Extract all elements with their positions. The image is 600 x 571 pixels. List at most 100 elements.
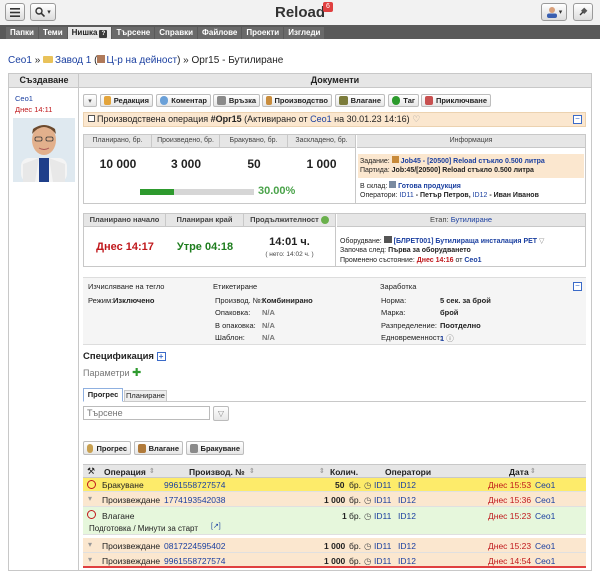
filter-icon[interactable]: ▽ [539, 238, 544, 245]
search-input[interactable] [83, 406, 210, 420]
operation-activated: (Активирано от [244, 114, 308, 124]
stage-heading: Етап: Бутилиране [337, 214, 585, 227]
earnings-heading: Заработка [380, 282, 417, 291]
scrap-action-button[interactable]: Бракуване [186, 441, 244, 455]
clock-icon: ◷ [364, 511, 372, 521]
table-row[interactable]: ▾ Произвеждане 9961558727574 1 000 бр. ◷… [83, 553, 586, 568]
documents-heading: Документи [79, 74, 591, 88]
stage-link[interactable]: Бутилиране [451, 215, 492, 224]
tab-search[interactable]: Търсене [112, 27, 155, 39]
duration-header: Продължителност [244, 214, 335, 227]
breadcrumb-plant[interactable]: Завод 1 [55, 55, 91, 66]
changed-by-user[interactable]: Ceo1 [464, 257, 481, 264]
help-icon[interactable]: ? [99, 30, 108, 38]
operator-id12[interactable]: ID12 [473, 192, 488, 199]
add-parameter-icon[interactable]: ✚ [132, 367, 141, 379]
sort-icon[interactable]: ⇕ [149, 467, 155, 475]
progress-action-button[interactable]: Прогрес [83, 441, 131, 455]
stored-header: Заскладено, бр. [288, 135, 355, 148]
filter-button[interactable]: ▽ [213, 406, 229, 421]
comment-button[interactable]: Коментар [156, 94, 211, 107]
task-line: Задание: Job45 - [20500] Reload стъкло 0… [360, 156, 545, 165]
clock-icon: ◷ [364, 480, 372, 490]
tab-folders[interactable]: Папки [6, 27, 38, 39]
weight-heading: Изчисляване на тегло [88, 282, 165, 291]
operation-activated-user[interactable]: Ceo1 [310, 114, 332, 124]
creator-heading: Създаване [9, 74, 79, 88]
duration-icon [320, 216, 329, 225]
input-action-button[interactable]: Влагане [134, 441, 183, 455]
batch-line: Партида: Job:45/[20500] Reload стъкло 0.… [360, 167, 534, 174]
equipment-link[interactable]: [БЛРЕТ001] Бутилираща инсталация PET [394, 238, 537, 245]
scrapped-value: 50 [247, 157, 261, 171]
sort-icon[interactable]: ⇕ [319, 467, 325, 475]
tab-planning[interactable]: Планиране [124, 390, 167, 402]
table-row[interactable]: Влагане 1 бр. ◷ ID11 ID12 Днес 15:23 Ceo… [83, 507, 586, 535]
operator-id11[interactable]: ID11 [399, 192, 413, 199]
clock-icon: ◷ [364, 541, 372, 551]
search-menu-button[interactable]: ▾ [30, 3, 56, 21]
menu-button[interactable] [5, 3, 25, 21]
stock-line: В склад: Готова продукция [360, 181, 461, 190]
col-qty[interactable]: Колич. [330, 467, 358, 477]
user-menu-button[interactable]: ▾ [541, 3, 567, 21]
breadcrumb-ceo1[interactable]: Ceo1 [8, 55, 32, 66]
clock-icon: ◷ [364, 556, 372, 566]
external-link-icon[interactable]: [↗] [211, 522, 221, 530]
tab-projects[interactable]: Проекти [242, 27, 284, 39]
sort-icon[interactable]: ⇕ [530, 467, 536, 475]
progress-bar-fill [140, 189, 175, 195]
table-row[interactable]: ▾ Произвеждане 0817224595402 1 000 бр. ◷… [83, 538, 586, 553]
heart-icon[interactable]: ♡ [412, 114, 420, 124]
edit-button[interactable]: Редакция [100, 94, 153, 107]
stock-link[interactable]: Готова продукция [398, 183, 461, 190]
job-icon [391, 156, 399, 163]
tab-views[interactable]: Изгледи [284, 27, 325, 39]
inpack-value: N/A [262, 321, 275, 330]
collapse-button[interactable]: − [573, 115, 582, 124]
caret-icon: ▾ [88, 540, 93, 549]
info-icon[interactable]: ⓘ [446, 334, 454, 343]
mode-value: Изключено [113, 296, 155, 305]
tab-thread-label: Нишка [71, 28, 98, 37]
pin-button[interactable] [573, 3, 593, 21]
breadcrumb-center[interactable]: Ц-р на дейност [106, 55, 177, 66]
created-date: Днес 14:11 [15, 105, 53, 114]
tab-topics[interactable]: Теми [38, 27, 67, 39]
template-value: N/A [262, 333, 275, 342]
tab-progress[interactable]: Прогрес [83, 388, 123, 402]
details-collapse-button[interactable]: − [573, 282, 582, 291]
tab-reports[interactable]: Справки [155, 27, 198, 39]
link-button[interactable]: Връзка [213, 94, 260, 107]
input-button[interactable]: Влагане [335, 94, 385, 107]
breadcrumb: Ceo1 » Завод 1 (Ц-р на дейност) » Opr15 … [8, 55, 284, 66]
col-prodno[interactable]: Производ. № [189, 467, 245, 477]
col-operation[interactable]: Операция [104, 467, 146, 477]
produce-button[interactable]: Производство [262, 94, 332, 107]
creator-name[interactable]: Ceo1 [15, 94, 33, 103]
task-link[interactable]: Job45 - [20500] Reload стъкло 0.500 литр… [401, 158, 545, 165]
tab-thread[interactable]: Нишка? [67, 27, 112, 39]
produced-value: 3 000 [170, 157, 202, 171]
tab-files[interactable]: Файлове [198, 27, 242, 39]
tag-icon [392, 96, 401, 105]
col-date[interactable]: Дата [509, 467, 529, 477]
equipment-line: Оборудване: [БЛРЕТ001] Бутилираща инстал… [340, 236, 545, 245]
expand-specification-icon[interactable]: + [156, 351, 166, 361]
grid-header: ⚒ Операция ⇕ Производ. № ⇕ ⇕ Колич. Опер… [83, 464, 586, 478]
table-row[interactable]: Бракуване 9961558727574 50 бр. ◷ ID11 ID… [83, 478, 586, 492]
sort-icon[interactable]: ⇕ [249, 467, 255, 475]
tag-button[interactable]: Таг [388, 94, 419, 107]
col-operators[interactable]: Оператори [385, 467, 431, 477]
creator-avatar[interactable] [13, 118, 75, 182]
dropdown-toggle-button[interactable]: ▾ [83, 94, 97, 107]
mark-value: брой [440, 308, 459, 317]
comment-icon [160, 96, 169, 105]
user-avatar-icon [546, 7, 557, 18]
link-icon [217, 96, 226, 105]
operators-line: Оператори: ID11 - Петър Петров, ID12 - И… [360, 192, 539, 199]
close-operation-button[interactable]: Приключване [421, 94, 491, 107]
table-row[interactable]: ▾ Произвеждане 1774193542038 1 000 бр. ◷… [83, 492, 586, 507]
notification-badge[interactable]: 6 [323, 2, 333, 12]
prodno-value: Комбинирано [262, 296, 313, 305]
